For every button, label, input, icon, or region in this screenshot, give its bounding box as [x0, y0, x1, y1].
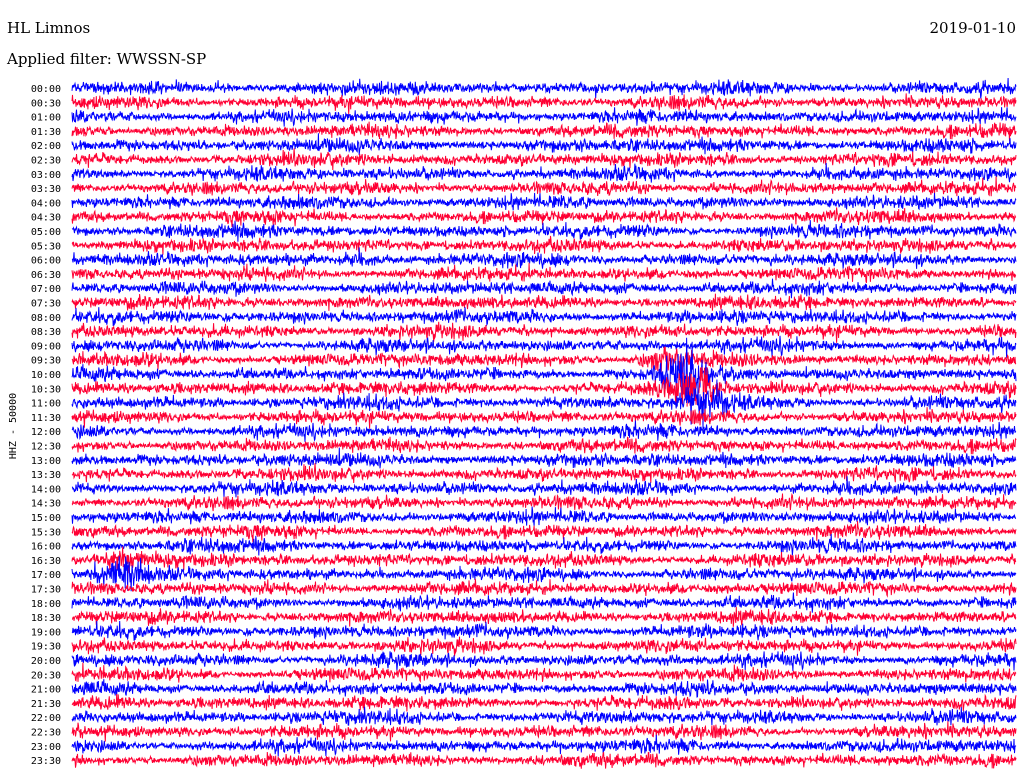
time-tick-label: 22:00: [31, 713, 61, 724]
time-tick-label: 18:00: [31, 599, 61, 610]
time-tick-label: 16:00: [31, 542, 61, 553]
time-tick-label: 21:00: [31, 685, 61, 696]
time-tick-label: 12:30: [31, 442, 61, 453]
time-tick-label: 13:30: [31, 470, 61, 481]
trace-line: [71, 148, 1017, 171]
time-tick-label: 23:30: [31, 756, 61, 767]
time-tick-label: 15:30: [31, 527, 61, 538]
trace-line: [71, 636, 1017, 657]
trace-line: [71, 107, 1017, 127]
time-tick-label: 05:30: [31, 241, 61, 252]
time-tick-label: 09:00: [31, 341, 61, 352]
time-tick-label: 05:00: [31, 227, 61, 238]
time-ticks: 00:00 00:30 01:00 01:30 02:00 02:30 03:00 03:30…: [31, 84, 61, 767]
time-tick-label: 20:30: [31, 670, 61, 681]
trace-line: [71, 278, 1017, 299]
time-tick-label: 04:30: [31, 213, 61, 224]
time-tick-label: 14:30: [31, 499, 61, 510]
time-tick-label: 10:30: [31, 384, 61, 395]
time-tick-label: 17:00: [31, 570, 61, 581]
time-tick-label: 09:30: [31, 356, 61, 367]
time-tick-label: 13:00: [31, 456, 61, 467]
time-tick-label: 08:00: [31, 313, 61, 324]
trace-line: [71, 606, 1017, 627]
trace-line: [71, 662, 1017, 684]
time-tick-label: 18:30: [31, 613, 61, 624]
time-tick-label: 22:30: [31, 728, 61, 739]
trace-line: [71, 436, 1017, 455]
time-tick-label: 01:00: [31, 113, 61, 124]
time-tick-label: 07:30: [31, 299, 61, 310]
trace-line: [71, 706, 1017, 726]
trace-line: [71, 463, 1017, 484]
trace-line: [71, 751, 1017, 769]
time-tick-label: 06:30: [31, 270, 61, 281]
time-tick-label: 23:00: [31, 742, 61, 753]
trace-line: [71, 521, 1017, 543]
trace-line: [71, 133, 1017, 156]
time-tick-label: 00:30: [31, 98, 61, 109]
trace-line: [71, 721, 1017, 742]
trace-line: [71, 734, 1017, 757]
trace-line: [71, 262, 1017, 283]
trace-line: [71, 176, 1017, 197]
time-tick-label: 00:00: [31, 84, 61, 95]
time-tick-label: 02:30: [31, 156, 61, 167]
time-tick-label: 12:00: [31, 427, 61, 438]
time-tick-label: 01:30: [31, 127, 61, 138]
y-axis-label: HHZ - 50000: [8, 393, 19, 459]
trace-line: [71, 192, 1017, 211]
trace-line: [71, 693, 1017, 712]
trace-line: [71, 207, 1017, 227]
trace-line: [71, 447, 1017, 469]
trace-line: [71, 407, 1017, 429]
time-tick-label: 07:00: [31, 284, 61, 295]
time-tick-label: 03:30: [31, 184, 61, 195]
time-tick-label: 19:30: [31, 642, 61, 653]
time-tick-label: 06:00: [31, 256, 61, 267]
time-tick-label: 10:00: [31, 370, 61, 381]
time-tick-label: 03:00: [31, 170, 61, 181]
trace-line: [71, 620, 1017, 641]
trace-line: [71, 77, 1017, 99]
time-tick-label: 20:00: [31, 656, 61, 667]
trace-line: [71, 293, 1017, 311]
trace-line: [71, 592, 1017, 613]
time-tick-label: 14:00: [31, 484, 61, 495]
trace-line: [71, 220, 1017, 242]
time-tick-label: 08:30: [31, 327, 61, 338]
time-tick-label: 21:30: [31, 699, 61, 710]
trace-group: [71, 77, 1017, 769]
trace-line: [71, 679, 1017, 698]
trace-line: [71, 493, 1017, 512]
trace-line: [71, 420, 1017, 442]
trace-line: [71, 121, 1017, 142]
time-tick-label: 11:30: [31, 413, 61, 424]
time-tick-label: 02:00: [31, 141, 61, 152]
time-tick-label: 19:00: [31, 627, 61, 638]
helicorder-chart: 00:00 00:30 01:00 01:30 02:00 02:30 03:00 03:30…: [8, 77, 1017, 769]
trace-line: [71, 578, 1017, 598]
time-tick-label: 16:30: [31, 556, 61, 567]
time-tick-label: 04:00: [31, 198, 61, 209]
trace-line: [71, 335, 1017, 358]
trace-line: [71, 235, 1017, 255]
trace-line: [71, 307, 1017, 327]
trace-line: [71, 321, 1017, 343]
time-tick-label: 17:30: [31, 585, 61, 596]
trace-line: [71, 93, 1017, 115]
trace-line: [71, 533, 1017, 556]
time-tick-label: 11:00: [31, 399, 61, 410]
time-tick-label: 15:00: [31, 513, 61, 524]
